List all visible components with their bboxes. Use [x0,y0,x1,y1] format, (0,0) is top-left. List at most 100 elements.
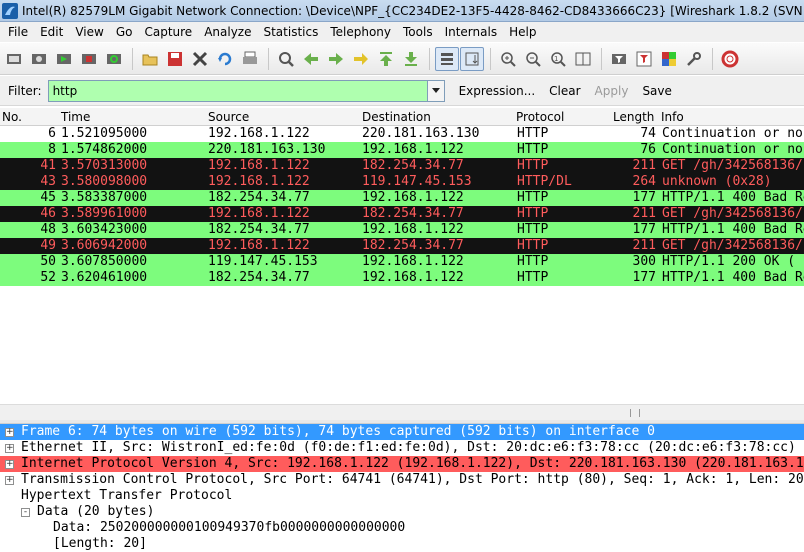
expand-icon[interactable]: + [5,476,14,485]
colorize-button[interactable] [435,46,459,71]
close-file-button[interactable] [188,47,212,71]
menu-telephony[interactable]: Telephony [324,22,397,42]
detail-tree-item[interactable]: + Transmission Control Protocol, Src Port… [0,472,804,488]
menu-edit[interactable]: Edit [34,22,69,42]
packet-cell-info: HTTP/1.1 200 OK ( [662,254,796,269]
menu-go[interactable]: Go [110,22,139,42]
stop-capture-button[interactable] [77,47,101,71]
detail-tree-item[interactable]: + Frame 6: 74 bytes on wire (592 bits), 7… [0,424,804,440]
packet-row[interactable]: 41 3.570313000 192.168.1.122 182.254.34.77 H… [0,158,804,174]
column-header-protocol[interactable]: Protocol [516,110,564,124]
go-back-button[interactable] [299,47,323,71]
packet-row[interactable]: 6 1.521095000 192.168.1.122 220.181.163.130… [0,126,804,142]
reload-button[interactable] [213,47,237,71]
menu-file[interactable]: File [2,22,34,42]
packet-row[interactable]: 50 3.607850000 119.147.45.153 192.168.1.122… [0,254,804,270]
packet-row[interactable]: 49 3.606942000 192.168.1.122 182.254.34.77 H… [0,238,804,254]
menu-view[interactable]: View [69,22,109,42]
menu-capture[interactable]: Capture [138,22,198,42]
menu-tools[interactable]: Tools [397,22,439,42]
zoom-normal-button[interactable]: 1 [546,47,570,71]
detail-tree-item[interactable]: Data: 250200000000100949370fb00000000000… [0,520,804,536]
find-button[interactable] [274,47,298,71]
detail-tree-item[interactable]: + Ethernet II, Src: WistronI_ed:fe:0d (f0… [0,440,804,456]
preferences-button[interactable] [682,47,706,71]
column-header-info[interactable]: Info [661,110,684,124]
packet-cell-proto: HTTP [517,254,549,269]
packet-cell-no: 46 [40,206,56,221]
zoom-in-button[interactable] [496,47,520,71]
column-header-destination[interactable]: Destination [362,110,431,124]
expand-icon[interactable]: + [5,428,14,437]
print-icon [243,51,257,64]
expand-icon[interactable]: + [5,444,14,453]
autoscroll-button[interactable] [460,46,484,71]
packet-cell-info: GET /gh/342568136/ [662,206,803,221]
detail-tree-item[interactable]: + Internet Protocol Version 4, Src: 192.1… [0,456,804,472]
go-last-icon [405,51,417,66]
packet-row[interactable]: 48 3.603423000 182.254.34.77 192.168.1.122 H… [0,222,804,238]
packet-row[interactable]: 8 1.574862000 220.181.163.130 192.168.1.122… [0,142,804,158]
packet-row[interactable]: 46 3.589961000 192.168.1.122 182.254.34.77 H… [0,206,804,222]
packet-list-hscrollbar[interactable] [0,404,804,420]
detail-tree-item[interactable]: Hypertext Transfer Protocol [0,488,804,504]
clear-button[interactable]: Clear [549,84,580,98]
packet-cell-no: 6 [48,126,56,141]
packet-cell-time: 3.603423000 [61,222,148,237]
column-header-source[interactable]: Source [208,110,249,124]
detail-tree-label: Frame 6: 74 bytes on wire (592 bits), 74… [21,424,655,439]
capture-filters-button[interactable] [607,47,631,71]
zoom-normal-icon: 1 [551,51,566,67]
save-filter-button[interactable]: Save [642,84,671,98]
packet-cell-time: 1.521095000 [61,126,148,141]
print-button[interactable] [238,47,262,71]
toolbar-separator [712,47,713,70]
packet-cell-src: 220.181.163.130 [208,142,326,157]
options-button[interactable] [27,47,51,71]
packet-cell-no: 48 [40,222,56,237]
packet-cell-time: 3.620461000 [61,270,148,285]
help-icon [721,50,739,67]
column-header-no[interactable]: No. [2,110,22,124]
interfaces-button[interactable] [2,47,26,71]
go-to-packet-button[interactable] [349,47,373,71]
zoom-in-icon [501,51,516,67]
column-header-length[interactable]: Length [613,110,654,124]
display-filters-button[interactable] [632,47,656,71]
collapse-icon[interactable]: - [21,508,30,517]
open-file-button[interactable] [138,47,162,71]
coloring-rules-button[interactable] [657,47,681,71]
expression-button[interactable]: Expression... [459,84,536,98]
column-header-time[interactable]: Time [61,110,90,124]
detail-tree-item[interactable]: [Length: 20] [0,536,804,552]
packet-row[interactable]: 52 3.620461000 182.254.34.77 192.168.1.122 H… [0,270,804,286]
menu-internals[interactable]: Internals [439,22,504,42]
stop-capture-icon [82,53,96,64]
scrollbar-grip[interactable] [630,409,640,417]
packet-row[interactable]: 43 3.580098000 192.168.1.122 119.147.45.153… [0,174,804,190]
packet-cell-proto: HTTP [517,142,549,157]
menu-help[interactable]: Help [503,22,542,42]
apply-button[interactable]: Apply [595,84,629,98]
packet-cell-len: 74 [640,126,656,141]
help-button[interactable] [718,47,742,71]
start-capture-button[interactable] [52,47,76,71]
packet-cell-len: 211 [632,158,656,173]
save-file-button[interactable] [163,47,187,71]
go-last-button[interactable] [399,47,423,71]
go-first-button[interactable] [374,47,398,71]
packet-row[interactable]: 45 3.583387000 182.254.34.77 192.168.1.122 H… [0,190,804,206]
toolbar-separator [132,47,133,70]
detail-tree-item[interactable]: - Data (20 bytes) [0,504,804,520]
filter-dropdown-button[interactable] [427,79,445,102]
resize-columns-button[interactable] [571,47,595,71]
go-forward-button[interactable] [324,47,348,71]
filter-input[interactable] [47,79,428,102]
menu-analyze[interactable]: Analyze [198,22,257,42]
menu-statistics[interactable]: Statistics [257,22,324,42]
zoom-out-button[interactable] [521,47,545,71]
packet-cell-proto: HTTP [517,158,549,173]
packet-cell-time: 3.589961000 [61,206,148,221]
restart-capture-button[interactable] [102,47,126,71]
expand-icon[interactable]: + [5,460,14,469]
